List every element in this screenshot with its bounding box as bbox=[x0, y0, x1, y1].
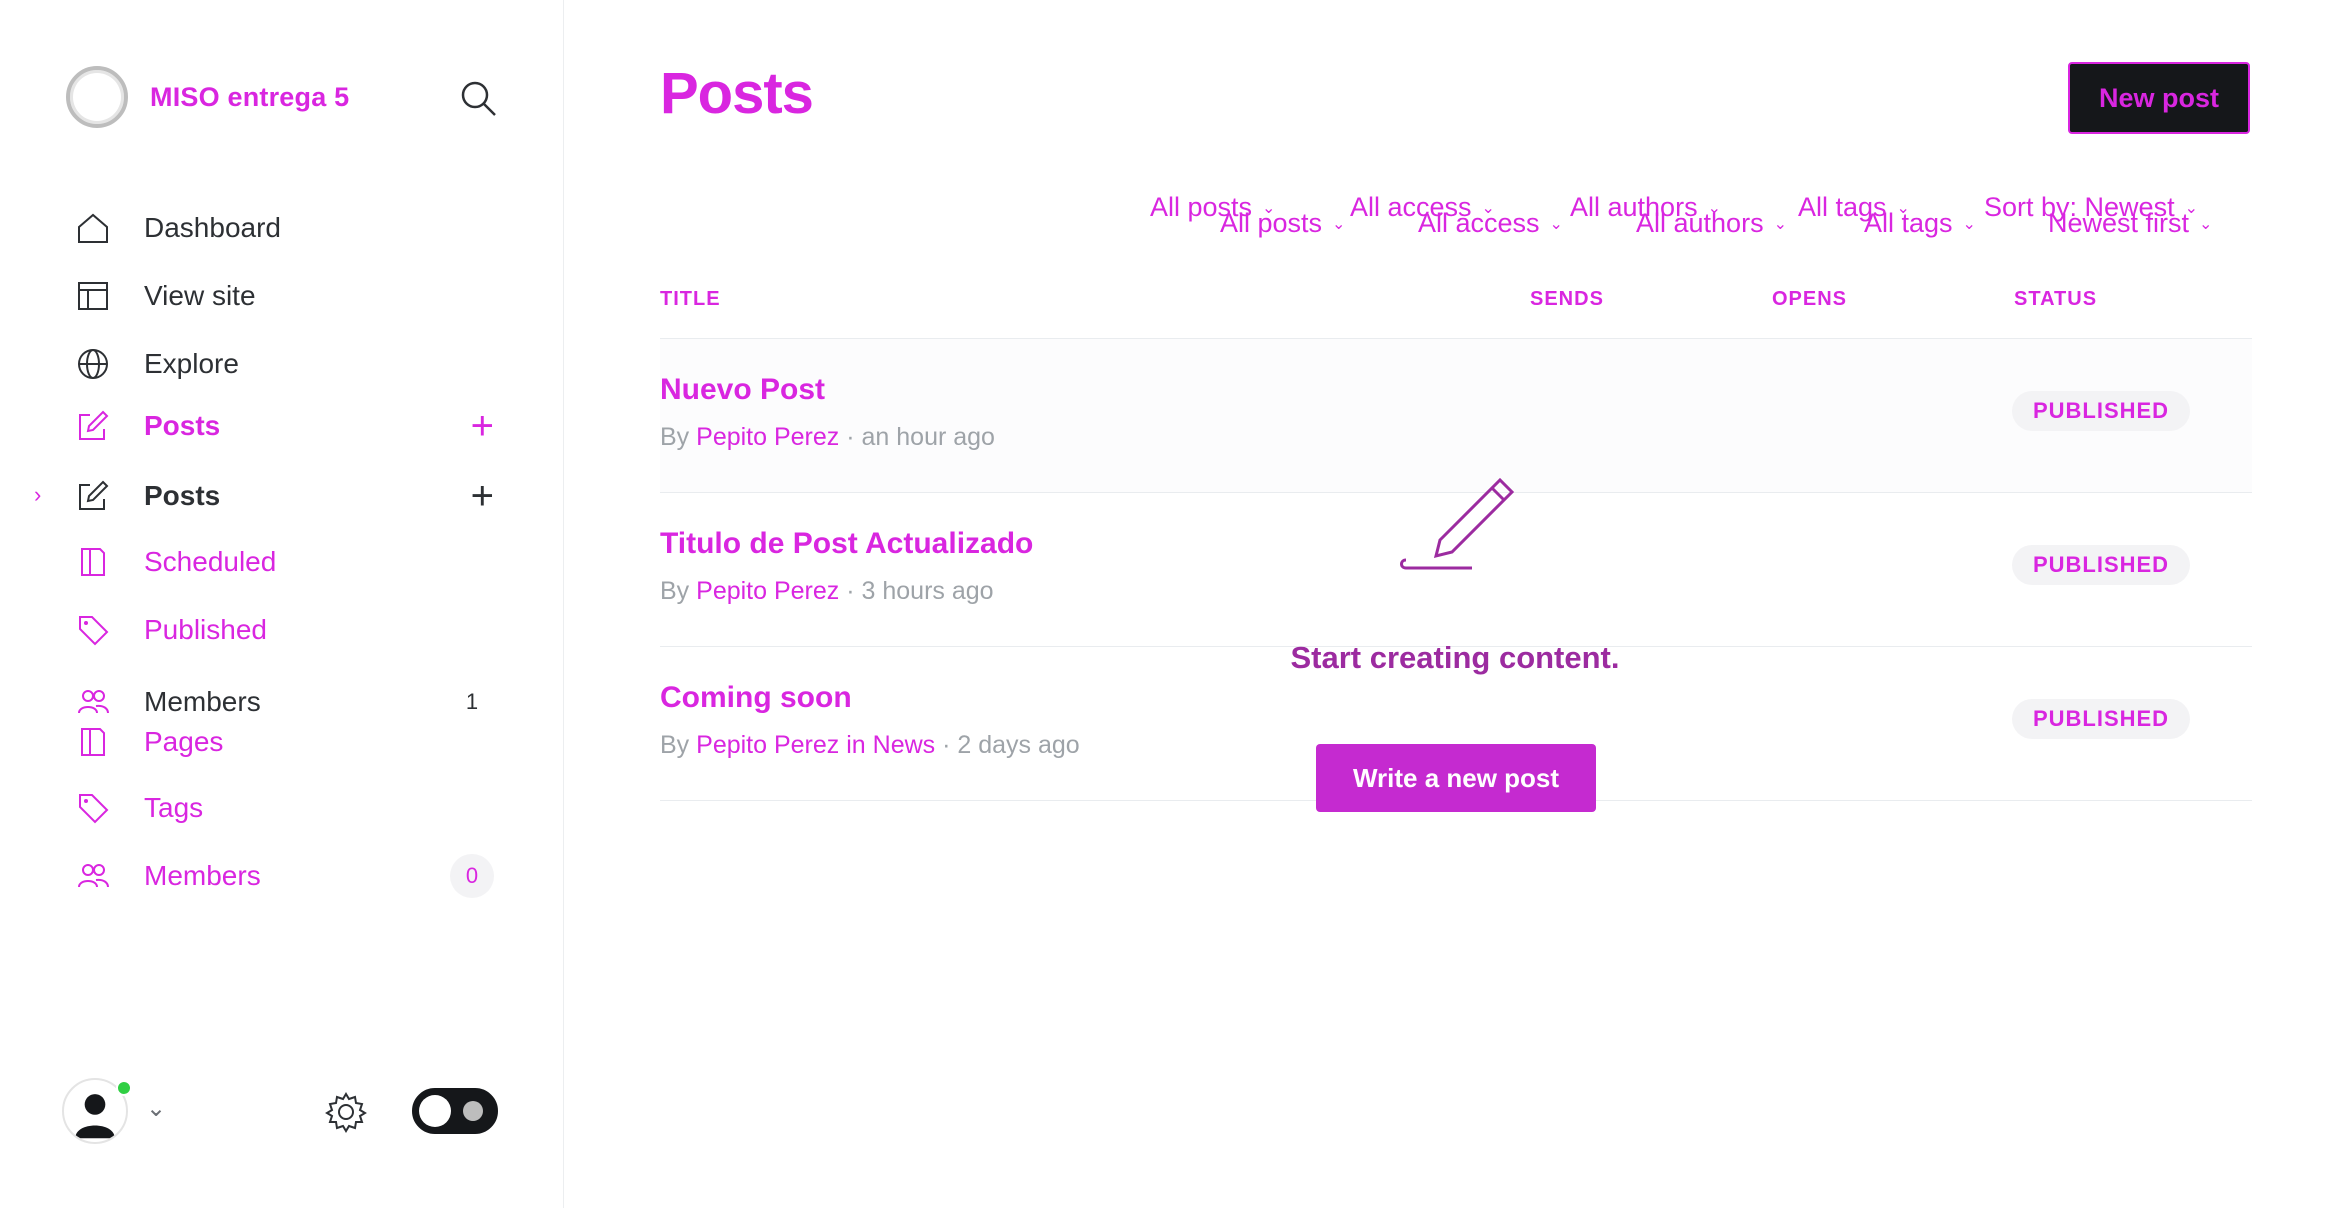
sidebar-item-label: Members bbox=[144, 686, 261, 717]
filter-label: All tags bbox=[1864, 208, 1953, 238]
site-title: MISO entrega 5 bbox=[150, 81, 350, 112]
post-title[interactable]: Coming soon bbox=[660, 681, 852, 715]
post-tag: News bbox=[872, 731, 936, 759]
members-count-badge: 1 bbox=[465, 689, 479, 714]
sidebar-item-label: Scheduled bbox=[144, 546, 277, 577]
sidebar-item-dashboard[interactable]: Dashboard bbox=[76, 206, 506, 250]
post-author: Pepito Perez bbox=[696, 577, 840, 605]
new-post-button[interactable]: New post bbox=[2068, 62, 2250, 134]
write-new-post-button[interactable]: Write a new post bbox=[1316, 744, 1596, 812]
moon-icon bbox=[463, 1101, 483, 1121]
filter-author[interactable]: All authors ⌄ bbox=[1636, 208, 1787, 239]
add-post-icon[interactable]: + bbox=[471, 406, 494, 446]
sidebar-item-published[interactable]: Published bbox=[76, 608, 506, 652]
post-meta: By Pepito Perez · 3 hours ago bbox=[660, 577, 994, 606]
sidebar-item-scheduled[interactable]: Scheduled bbox=[76, 540, 506, 584]
site-logo-icon bbox=[66, 66, 128, 128]
toggle-knob bbox=[419, 1095, 451, 1127]
column-header-sends: SENDS bbox=[1530, 288, 1604, 310]
edit-icon bbox=[79, 480, 109, 510]
chevron-down-icon: ⌄ bbox=[1962, 215, 1976, 233]
ghost-admin-app: MISO entrega 5 Dashboard View site Explo… bbox=[0, 0, 2336, 1208]
members-count-badge: 0 bbox=[450, 854, 494, 898]
sidebar-item-members[interactable]: Members 1 bbox=[76, 680, 506, 724]
column-header-opens: OPENS bbox=[1772, 288, 1848, 310]
post-meta-by: By bbox=[660, 423, 690, 451]
post-meta-by: By bbox=[660, 577, 690, 605]
status-badge: PUBLISHED bbox=[2012, 391, 2190, 431]
filter-tag[interactable]: All tags ⌄ bbox=[1864, 208, 1976, 239]
sidebar-item-explore[interactable]: Explore bbox=[76, 342, 506, 386]
tag-icon bbox=[79, 616, 109, 646]
sidebar-item-pages[interactable]: Pages bbox=[76, 720, 506, 764]
filter-label: All posts bbox=[1220, 208, 1323, 238]
sidebar-item-label: Tags bbox=[144, 792, 204, 823]
status-badge: PUBLISHED bbox=[2012, 545, 2190, 585]
chevron-down-icon: ⌄ bbox=[1332, 215, 1346, 233]
sidebar-item-members-2[interactable]: Members 0 bbox=[76, 854, 506, 898]
filter-type[interactable]: All posts ⌄ bbox=[1220, 208, 1345, 239]
page-icon bbox=[81, 548, 105, 576]
sidebar-item-label: Dashboard bbox=[144, 212, 281, 243]
sidebar-item-posts[interactable]: Posts + bbox=[76, 404, 506, 448]
column-header-title: TITLE bbox=[660, 288, 721, 310]
add-post-icon[interactable]: + bbox=[471, 476, 494, 516]
chevron-down-icon: ⌄ bbox=[2199, 215, 2213, 233]
post-meta-in: in bbox=[846, 731, 866, 759]
sidebar-item-label: Posts bbox=[144, 480, 221, 511]
post-time: · 2 days ago bbox=[942, 731, 1080, 759]
tag-icon bbox=[79, 794, 109, 824]
column-header-status: STATUS bbox=[2014, 288, 2098, 310]
sort-order[interactable]: Newest first ⌄ bbox=[2048, 208, 2212, 239]
online-status-dot bbox=[116, 1080, 132, 1096]
post-meta-by: By bbox=[660, 731, 690, 759]
sidebar-item-posts-duplicate[interactable]: Posts + bbox=[76, 474, 506, 518]
filter-label: Newest first bbox=[2048, 208, 2190, 238]
post-time: · 3 hours ago bbox=[846, 577, 994, 605]
sidebar-footer: ⌄ bbox=[62, 1078, 502, 1148]
sidebar-item-label: Pages bbox=[144, 726, 224, 757]
post-author: Pepito Perez bbox=[696, 423, 840, 451]
home-icon bbox=[78, 213, 108, 243]
gear-icon[interactable] bbox=[324, 1090, 368, 1134]
window-icon bbox=[78, 282, 108, 310]
page-icon bbox=[81, 728, 105, 756]
post-title[interactable]: Titulo de Post Actualizado bbox=[660, 527, 1033, 561]
post-meta: By Pepito Perez in News · 2 days ago bbox=[660, 731, 1080, 760]
chevron-down-icon[interactable]: ⌄ bbox=[146, 1094, 166, 1123]
chevron-down-icon: ⌄ bbox=[1773, 215, 1787, 233]
members-icon bbox=[78, 690, 109, 714]
filter-access[interactable]: All access ⌄ bbox=[1418, 208, 1563, 239]
sidebar-item-label: Members bbox=[144, 860, 261, 891]
globe-icon bbox=[78, 349, 108, 379]
edit-icon bbox=[79, 410, 109, 440]
site-header[interactable]: MISO entrega 5 bbox=[66, 66, 349, 128]
sidebar: MISO entrega 5 Dashboard View site Explo… bbox=[0, 0, 564, 1208]
sidebar-item-label: Published bbox=[144, 614, 267, 645]
search-icon[interactable] bbox=[458, 78, 498, 118]
sidebar-item-label: View site bbox=[144, 280, 256, 311]
filter-label: All access bbox=[1418, 208, 1540, 238]
post-time: · an hour ago bbox=[846, 423, 995, 451]
sidebar-item-label: Explore bbox=[144, 348, 239, 379]
sidebar-item-tags[interactable]: Tags bbox=[76, 786, 506, 830]
page-title: Posts bbox=[660, 61, 814, 126]
post-title[interactable]: Nuevo Post bbox=[660, 373, 825, 407]
dark-mode-toggle[interactable] bbox=[412, 1088, 498, 1134]
sidebar-item-label: Posts bbox=[144, 410, 221, 441]
chevron-down-icon: ⌄ bbox=[1549, 215, 1563, 233]
post-meta: By Pepito Perez · an hour ago bbox=[660, 423, 995, 452]
status-badge: PUBLISHED bbox=[2012, 699, 2190, 739]
chevron-right-icon[interactable]: › bbox=[34, 482, 41, 508]
filter-label: All authors bbox=[1636, 208, 1764, 238]
post-author: Pepito Perez bbox=[696, 731, 840, 759]
pencil-icon bbox=[1400, 477, 1515, 570]
members-icon bbox=[78, 864, 109, 888]
empty-state-message: Start creating content. bbox=[1290, 640, 1620, 675]
sidebar-item-view-site[interactable]: View site bbox=[76, 274, 506, 318]
